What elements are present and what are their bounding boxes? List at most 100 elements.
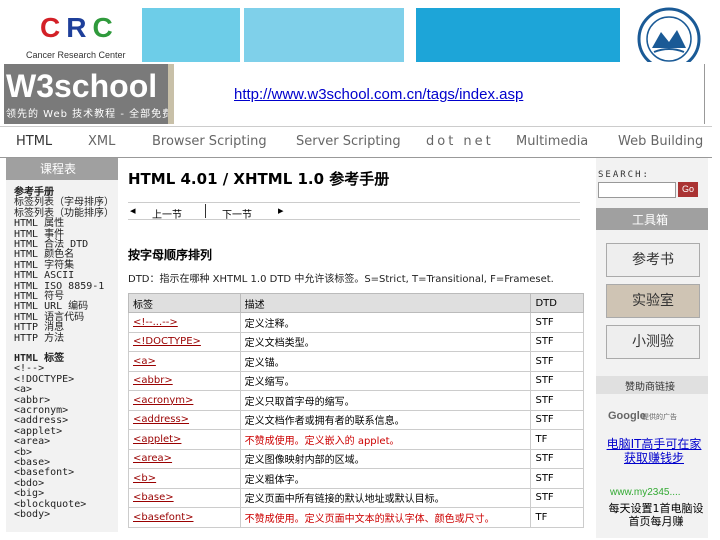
- tag-description: 定义粗体字。: [239, 468, 532, 489]
- ad-text[interactable]: 每天设置1首电脑设首页每月赚: [606, 502, 706, 528]
- w3school-tagline: 领先的 Web 技术教程 - 全部免费: [6, 109, 174, 120]
- column-header-tag: 标签: [128, 293, 241, 313]
- table-body: <!--...--> 定义注释。 STF <!DOCTYPE> 定义文档类型。 STF <a…: [128, 312, 584, 528]
- toolbox-title: 工具箱: [632, 213, 669, 227]
- sidebar-link[interactable]: <!-->: [14, 364, 44, 374]
- sidebar-link[interactable]: <address>: [14, 416, 68, 426]
- nav-item-xml[interactable]: XML: [88, 134, 115, 149]
- tag-link[interactable]: <address>: [128, 409, 241, 430]
- table-row: <!DOCTYPE> 定义文档类型。 STF: [128, 331, 584, 352]
- tag-dtd: TF: [530, 429, 584, 450]
- ad-link[interactable]: 电脑IT高手可在家获取赚钱步: [604, 437, 704, 465]
- tag-link[interactable]: <area>: [128, 448, 241, 469]
- tag-link[interactable]: <!DOCTYPE>: [128, 331, 241, 352]
- table-row: <address> 定义文档作者或拥有者的联系信息。 STF: [128, 409, 584, 430]
- table-row: <base> 定义页面中所有链接的默认地址或默认目标。 STF: [128, 487, 584, 508]
- nav-item-browser-scripting[interactable]: Browser Scripting: [152, 134, 267, 149]
- crc-logo-letters: CRC: [40, 12, 119, 44]
- w3school-logo-text: W3school: [6, 68, 158, 104]
- tag-dtd: STF: [530, 487, 584, 508]
- table-row: <a> 定义锚。 STF: [128, 351, 584, 372]
- tag-link[interactable]: <applet>: [128, 429, 241, 450]
- google-ads-caption: 提供的广告: [642, 413, 677, 421]
- tag-dtd: STF: [530, 409, 584, 430]
- nav-item-web-building[interactable]: Web Building: [618, 134, 703, 149]
- sponsor-title: 赞助商链接: [625, 382, 675, 393]
- nav-item-html[interactable]: HTML: [16, 134, 52, 149]
- crc-letter: C: [92, 12, 119, 43]
- search-input[interactable]: [598, 182, 676, 198]
- sidebar-link[interactable]: <big>: [14, 489, 44, 499]
- tag-link[interactable]: <base>: [128, 487, 241, 508]
- tag-description: 定义文档类型。: [239, 331, 532, 352]
- sidebar-link[interactable]: <body>: [14, 510, 50, 520]
- tag-dtd: STF: [530, 448, 584, 469]
- nav-item-multimedia[interactable]: Multimedia: [516, 134, 588, 149]
- nav-item-server-scripting[interactable]: Server Scripting: [296, 134, 401, 149]
- sidebar-link[interactable]: HTML ASCII: [14, 271, 74, 281]
- prev-arrow-icon[interactable]: ◂: [130, 204, 136, 217]
- column-header-dtd: DTD: [530, 293, 584, 313]
- section-heading: 按字母顺序排列: [128, 248, 213, 262]
- tag-description: 定义文档作者或拥有者的联系信息。: [239, 409, 532, 430]
- table-row: <abbr> 定义缩写。 STF: [128, 370, 584, 391]
- crc-letter: C: [40, 12, 67, 43]
- table-row: <applet> 不赞成使用。定义嵌入的 applet。 TF: [128, 429, 584, 450]
- sidebar-link[interactable]: 标签列表（字母排序）: [14, 198, 114, 208]
- crc-logo-subtitle: Cancer Research Center: [26, 50, 126, 60]
- table-row: <area> 定义图像映射内部的区域。 STF: [128, 448, 584, 469]
- left-sidebar-title: 课程表: [40, 162, 77, 176]
- header-tile: [416, 8, 620, 64]
- google-ads-logo: Google: [608, 410, 646, 422]
- sidebar-link[interactable]: <basefont>: [14, 468, 74, 478]
- column-header-description: 描述: [239, 293, 532, 313]
- tag-description: 不赞成使用。定义页面中文本的默认字体、颜色或尺寸。: [239, 507, 532, 528]
- tag-link[interactable]: <abbr>: [128, 370, 241, 391]
- sidebar-link[interactable]: HTTP 方法: [14, 333, 64, 344]
- tag-description: 定义缩写。: [239, 370, 532, 391]
- sidebar-link[interactable]: <a>: [14, 385, 32, 395]
- search-label: SEARCH:: [598, 170, 650, 180]
- table-header-row: 标签 描述 DTD: [128, 293, 584, 313]
- sidebar-link[interactable]: HTML URL 编码: [14, 302, 88, 312]
- tag-link[interactable]: <acronym>: [128, 390, 241, 411]
- header-tile: [142, 8, 240, 64]
- prev-section-link[interactable]: 上一节: [152, 206, 182, 221]
- lab-button[interactable]: 实验室: [606, 284, 700, 318]
- tag-link[interactable]: <basefont>: [128, 507, 241, 528]
- sidebar-link[interactable]: HTML 颜色名: [14, 250, 74, 260]
- reference-book-button[interactable]: 参考书: [606, 243, 700, 277]
- nav-item-dot-net[interactable]: dot net: [426, 134, 494, 149]
- tag-dtd: STF: [530, 390, 584, 411]
- tag-dtd: STF: [530, 370, 584, 391]
- tag-description: 定义只取首字母的缩写。: [239, 390, 532, 411]
- dtd-note: DTD：指示在哪种 XHTML 1.0 DTD 中允许该标签。S=Strict,…: [128, 274, 554, 285]
- ad-url[interactable]: www.my2345....: [610, 487, 681, 498]
- tag-description: 定义锚。: [239, 351, 532, 372]
- prev-next-bar: [128, 202, 580, 220]
- tag-link[interactable]: <b>: [128, 468, 241, 489]
- search-go-button[interactable]: Go: [678, 182, 698, 197]
- tag-link[interactable]: <a>: [128, 351, 241, 372]
- next-section-link[interactable]: 下一节: [222, 206, 252, 221]
- sidebar-link[interactable]: HTML 属性: [14, 219, 64, 229]
- sidebar-link[interactable]: <area>: [14, 437, 50, 447]
- table-row: <!--...--> 定义注释。 STF: [128, 312, 584, 333]
- next-arrow-icon[interactable]: ▸: [278, 204, 284, 217]
- tag-dtd: STF: [530, 351, 584, 372]
- tag-dtd: STF: [530, 468, 584, 489]
- page-url-link[interactable]: http://www.w3school.com.cn/tags/index.as…: [234, 86, 523, 103]
- tag-description: 定义图像映射内部的区域。: [239, 448, 532, 469]
- quiz-button[interactable]: 小测验: [606, 325, 700, 359]
- tag-description: 定义注释。: [239, 312, 532, 333]
- logo-edge: [168, 64, 174, 124]
- tag-dtd: TF: [530, 507, 584, 528]
- page-title: HTML 4.01 / XHTML 1.0 参考手册: [128, 170, 390, 188]
- crc-letter: R: [66, 12, 93, 43]
- table-row: <b> 定义粗体字。 STF: [128, 468, 584, 489]
- tag-dtd: STF: [530, 312, 584, 333]
- sidebar-link[interactable]: HTTP 消息: [14, 323, 64, 333]
- tag-link[interactable]: <!--...-->: [128, 312, 241, 333]
- table-row: <acronym> 定义只取首字母的缩写。 STF: [128, 390, 584, 411]
- header-tile: [244, 8, 404, 64]
